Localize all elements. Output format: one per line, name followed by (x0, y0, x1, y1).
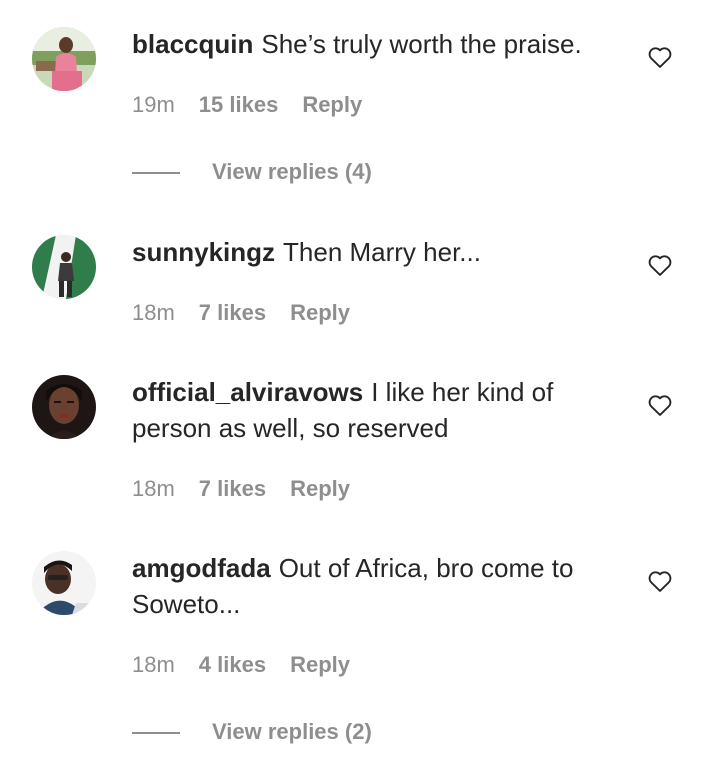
comment-username[interactable]: blaccquin (132, 29, 253, 59)
comment-username[interactable]: amgodfada (132, 553, 271, 583)
view-replies-button[interactable]: View replies (2) (132, 719, 372, 745)
avatar[interactable] (32, 551, 96, 615)
view-replies-label: View replies (2) (212, 719, 372, 744)
comment-body: She’s truly worth the praise. (261, 29, 582, 59)
heart-outline-icon[interactable] (646, 567, 674, 595)
replies-divider-line (132, 732, 180, 735)
comment-time: 18m (132, 476, 175, 501)
reply-button[interactable]: Reply (290, 300, 350, 326)
comment-text: official_alviravows I like her kind of pe… (132, 374, 622, 446)
comment-time: 18m (132, 652, 175, 677)
comment-username[interactable]: sunnykingz (132, 237, 275, 267)
comment-text: amgodfada Out of Africa, bro come to Sowe… (132, 550, 622, 622)
comment-meta: 18m 7 likes Reply (132, 476, 350, 502)
avatar[interactable] (32, 27, 96, 91)
likes-count[interactable]: 15 likes (199, 92, 279, 118)
comment-meta: 19m 15 likes Reply (132, 92, 362, 118)
reply-button[interactable]: Reply (302, 92, 362, 118)
view-replies-label: View replies (4) (212, 159, 372, 184)
heart-outline-icon[interactable] (646, 391, 674, 419)
reply-button[interactable]: Reply (290, 476, 350, 502)
comment-text: sunnykingz Then Marry her... (132, 234, 622, 270)
view-replies-button[interactable]: View replies (4) (132, 159, 372, 185)
comment-time: 18m (132, 300, 175, 325)
comment-username[interactable]: official_alviravows (132, 377, 363, 407)
likes-count[interactable]: 7 likes (199, 300, 266, 326)
comment-time: 19m (132, 92, 175, 117)
replies-divider-line (132, 172, 180, 175)
comment-meta: 18m 7 likes Reply (132, 300, 350, 326)
comment-body: Then Marry her... (283, 237, 481, 267)
heart-outline-icon[interactable] (646, 43, 674, 71)
heart-outline-icon[interactable] (646, 251, 674, 279)
avatar[interactable] (32, 235, 96, 299)
comment-meta: 18m 4 likes Reply (132, 652, 350, 678)
comment-text: blaccquin She’s truly worth the praise. (132, 26, 622, 62)
likes-count[interactable]: 4 likes (199, 652, 266, 678)
reply-button[interactable]: Reply (290, 652, 350, 678)
likes-count[interactable]: 7 likes (199, 476, 266, 502)
avatar[interactable] (32, 375, 96, 439)
